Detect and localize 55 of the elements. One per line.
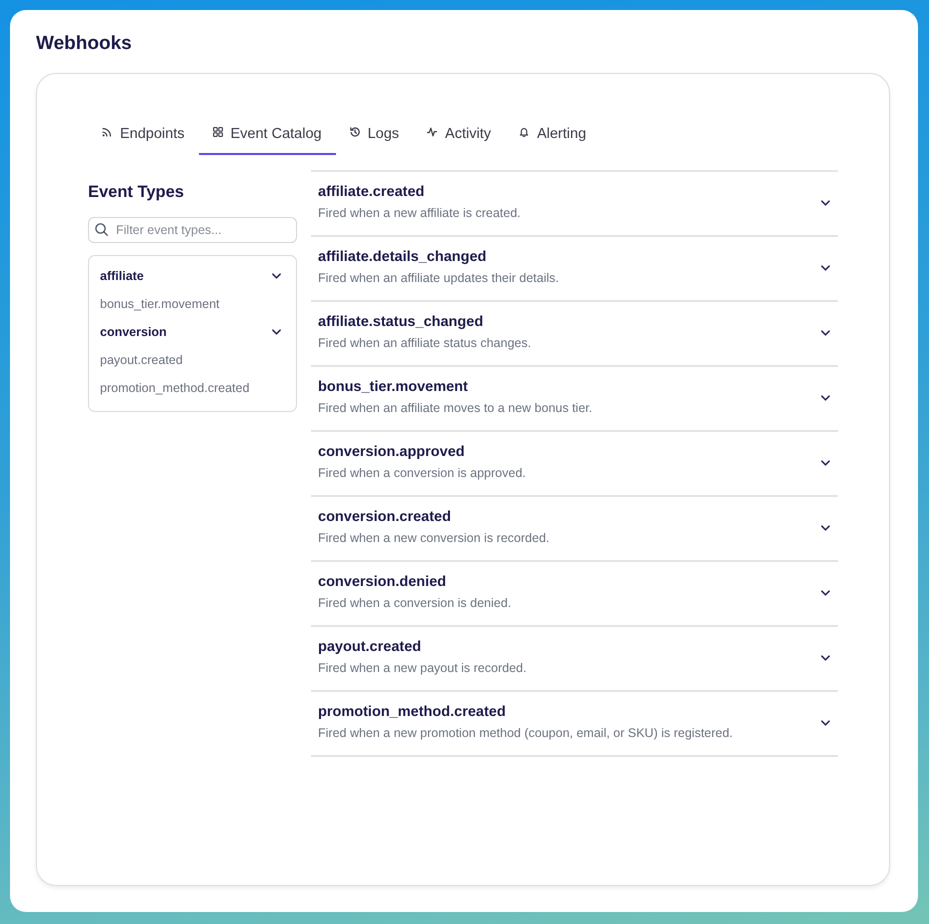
chevron-down-icon: [821, 330, 830, 336]
event-name: bonus_tier.movement: [318, 378, 468, 396]
event-name: affiliate.status_changed: [318, 313, 484, 331]
event-row[interactable]: affiliate.details_changed Fired when an affiliate updates their details.: [311, 237, 838, 302]
rss-icon: [102, 127, 112, 137]
tab[interactable]: Alerting: [504, 114, 600, 155]
search-icon: [95, 223, 108, 236]
event-name: affiliate.details_changed: [318, 248, 486, 266]
event-group[interactable]: affiliate: [100, 262, 281, 290]
event-description: Fired when a new promotion method (coupon, email, or SKU) is registered.: [318, 725, 733, 741]
filter-field[interactable]: Filter event types...: [88, 217, 297, 243]
chevron-down-icon: [821, 200, 830, 206]
event-group[interactable]: conversion: [100, 318, 281, 346]
grid-icon: [212, 127, 222, 137]
event-name: conversion.approved: [318, 443, 465, 461]
tree-item[interactable]: promotion_method.created: [100, 374, 250, 402]
tab[interactable]: Logs: [336, 114, 414, 155]
tab[interactable]: Endpoints: [88, 114, 198, 155]
event-name: conversion.denied: [318, 573, 446, 591]
pulse-icon: [427, 127, 438, 137]
event-description: Fired when a new conversion is recorded.: [318, 530, 550, 546]
chevron-down-icon: [821, 395, 830, 401]
event-name: payout.created: [318, 638, 422, 656]
tree-item[interactable]: bonus_tier.movement: [100, 290, 220, 318]
page-title: Webhooks: [36, 32, 132, 56]
chevron-down-icon: [821, 265, 830, 271]
event-row[interactable]: conversion.denied Fired when a conversion is denied.: [311, 562, 838, 627]
event-description: Fired when a new affiliate is created.: [318, 205, 521, 221]
chevron-down-icon: [821, 720, 830, 726]
event-name: conversion.created: [318, 508, 451, 526]
event-description: Fired when a new payout is recorded.: [318, 660, 526, 676]
event-description: Fired when an affiliate status changes.: [318, 335, 532, 351]
chevron-down-icon: [821, 460, 830, 466]
tab[interactable]: Activity: [413, 114, 505, 155]
sidebar-title: Event Types: [88, 182, 184, 202]
bell-icon: [518, 127, 529, 137]
event-description: Fired when an affiliate moves to a new bonus tier.: [318, 400, 592, 416]
event-row[interactable]: bonus_tier.movement Fired when an affiliate moves to a new bonus tier.: [311, 367, 838, 432]
event-name: promotion_method.created: [318, 703, 506, 721]
chevron-down-icon: [821, 525, 830, 531]
event-row[interactable]: affiliate.status_changed Fired when an affiliate status changes.: [311, 302, 838, 367]
tab[interactable]: Event Catalog: [198, 114, 336, 155]
event-description: Fired when an affiliate updates their details.: [318, 270, 559, 286]
event-row[interactable]: affiliate.created Fired when a new affiliate is created.: [311, 172, 838, 237]
event-description: Fired when a conversion is denied.: [318, 595, 512, 611]
chevron-down-icon: [821, 590, 830, 596]
event-name: affiliate.created: [318, 183, 424, 201]
event-row[interactable]: payout.created Fired when a new payout is recorded.: [311, 627, 838, 692]
chevron-down-icon: [821, 655, 830, 661]
event-row[interactable]: conversion.approved Fired when a conversion is approved.: [311, 432, 838, 497]
history-icon: [350, 127, 360, 137]
event-description: Fired when a conversion is approved.: [318, 465, 526, 481]
tree-item[interactable]: payout.created: [100, 346, 183, 374]
event-row[interactable]: promotion_method.created Fired when a new promotion method (coupon, email, or SKU) is registered.: [311, 692, 838, 757]
event-row[interactable]: conversion.created Fired when a new conversion is recorded.: [311, 497, 838, 562]
